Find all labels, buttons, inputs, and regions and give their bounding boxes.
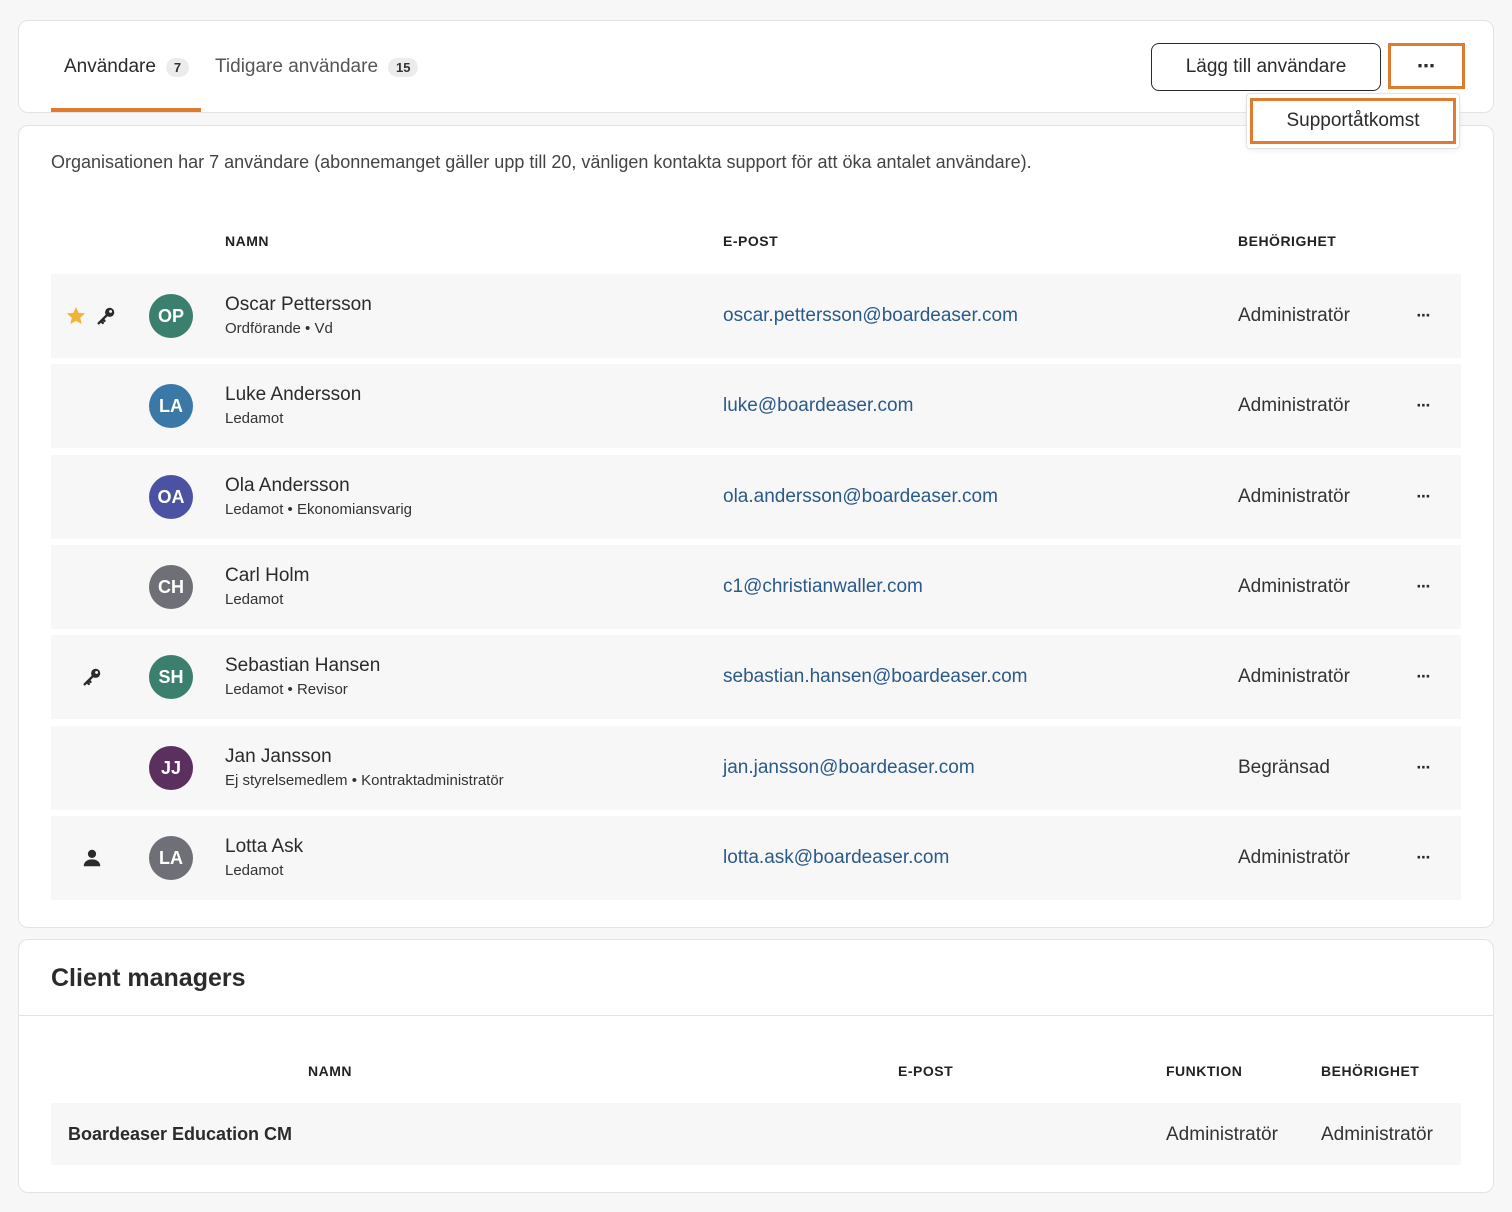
tab-users-label: Användare [64,56,156,77]
row-status-icons [65,756,135,780]
more-horizontal-icon: ⋯ [1417,55,1436,76]
cm-column-header-permission: BEHÖRIGHET [1321,1063,1420,1079]
cm-name: Boardeaser Education CM [68,1124,293,1144]
person-icon [81,847,103,869]
organisation-info-text: Organisationen har 7 användare (abonnema… [51,152,1032,172]
row-more-button[interactable]: ⋯ [1407,302,1441,328]
key-icon [95,305,117,327]
table-row[interactable]: OA Ola Andersson Ledamot • Ekonomiansvarig… [51,455,1461,539]
row-more-button[interactable]: ⋯ [1407,844,1441,870]
tab-former-users[interactable]: Tidigare användare 15 [215,56,419,78]
cm-column-header-email: E-POST [898,1063,954,1079]
user-name: Ola Andersson [225,475,350,496]
cm-permission: Administratör [1321,1124,1433,1145]
user-permission: Begränsad [1238,757,1330,778]
row-status-icons [65,575,135,599]
star-icon [65,305,87,327]
row-status-icons [65,394,135,418]
user-email-link[interactable]: c1@christianwaller.com [723,576,923,598]
tab-users-count-badge: 7 [165,57,190,77]
user-permission: Administratör [1238,395,1350,416]
user-permission: Administratör [1238,847,1350,868]
user-name: Luke Andersson [225,384,362,405]
user-roles: Ledamot • Revisor [225,681,348,698]
row-status-icons [65,665,135,689]
tab-former-users-count-badge: 15 [388,57,419,77]
more-horizontal-icon: ⋯ [1416,306,1432,323]
column-header-email: E-POST [723,233,779,249]
more-horizontal-icon: ⋯ [1416,577,1432,594]
table-row[interactable]: CH Carl Holm Ledamot c1@christianwaller.com… [51,545,1461,629]
more-horizontal-icon: ⋯ [1416,848,1432,865]
table-row[interactable]: JJ Jan Jansson Ej styrelsemedlem • Kontrak… [51,726,1461,810]
user-roles: Ledamot [225,410,284,427]
key-icon [81,666,103,688]
user-roles: Ej styrelsemedlem • Kontraktadministratö… [225,772,504,789]
support-access-menu-item[interactable]: Supportåtkomst [1250,98,1456,144]
user-email-link[interactable]: oscar.pettersson@boardeaser.com [723,305,1018,327]
user-name: Jan Jansson [225,746,332,767]
column-header-name: NAMN [225,233,269,249]
more-options-dropdown: Supportåtkomst [1246,93,1460,149]
avatar: LA [149,836,193,880]
tab-users[interactable]: Användare 7 [64,56,190,78]
user-permission: Administratör [1238,486,1350,507]
user-permission: Administratör [1238,666,1350,687]
cm-column-header-function: FUNKTION [1166,1063,1243,1079]
user-email-link[interactable]: luke@boardeaser.com [723,395,913,417]
more-horizontal-icon: ⋯ [1416,487,1432,504]
user-permission: Administratör [1238,305,1350,326]
row-more-button[interactable]: ⋯ [1407,483,1441,509]
more-horizontal-icon: ⋯ [1416,667,1432,684]
row-more-button[interactable]: ⋯ [1407,754,1441,780]
active-tab-indicator [51,108,201,112]
divider [19,1015,1493,1016]
table-row[interactable]: LA Luke Andersson Ledamot luke@boardeaser.c… [51,364,1461,448]
user-email-link[interactable]: ola.andersson@boardeaser.com [723,486,998,508]
user-roles: Ordförande • Vd [225,320,333,337]
client-managers-title: Client managers [51,964,246,992]
column-header-permission: BEHÖRIGHET [1238,233,1337,249]
row-more-button[interactable]: ⋯ [1407,392,1441,418]
add-user-button[interactable]: Lägg till användare [1151,43,1381,91]
avatar: JJ [149,746,193,790]
row-status-icons [65,485,135,509]
table-row[interactable]: OP Oscar Pettersson Ordförande • Vd oscar.p… [51,274,1461,358]
user-roles: Ledamot [225,862,284,879]
row-status-icons [65,304,135,328]
tab-former-users-label: Tidigare användare [215,56,379,77]
cm-function: Administratör [1166,1124,1278,1145]
row-more-button[interactable]: ⋯ [1407,663,1441,689]
user-name: Carl Holm [225,565,310,586]
client-managers-card: Client managers NAMN E-POST FUNKTION BEH… [18,939,1494,1193]
user-email-link[interactable]: lotta.ask@boardeaser.com [723,847,949,869]
table-row[interactable]: Boardeaser Education CM Administratör Ad… [51,1103,1461,1165]
more-horizontal-icon: ⋯ [1416,396,1432,413]
avatar: LA [149,384,193,428]
avatar: OP [149,294,193,338]
row-status-icons [65,846,135,870]
user-email-link[interactable]: sebastian.hansen@boardeaser.com [723,666,1027,688]
user-roles: Ledamot • Ekonomiansvarig [225,501,413,518]
user-name: Lotta Ask [225,836,304,857]
table-row[interactable]: LA Lotta Ask Ledamot lotta.ask@boardeaser.c… [51,816,1461,900]
user-email-link[interactable]: jan.jansson@boardeaser.com [723,757,975,779]
user-permission: Administratör [1238,576,1350,597]
table-row[interactable]: SH Sebastian Hansen Ledamot • Revisor sebas… [51,635,1461,719]
avatar: OA [149,475,193,519]
user-roles: Ledamot [225,591,284,608]
cm-column-header-name: NAMN [308,1063,352,1079]
more-options-button[interactable]: ⋯ [1388,43,1465,89]
user-name: Oscar Pettersson [225,294,372,315]
more-horizontal-icon: ⋯ [1416,758,1432,775]
avatar: CH [149,565,193,609]
users-card: Organisationen har 7 användare (abonnema… [18,125,1494,928]
avatar: SH [149,655,193,699]
user-name: Sebastian Hansen [225,655,381,676]
row-more-button[interactable]: ⋯ [1407,573,1441,599]
